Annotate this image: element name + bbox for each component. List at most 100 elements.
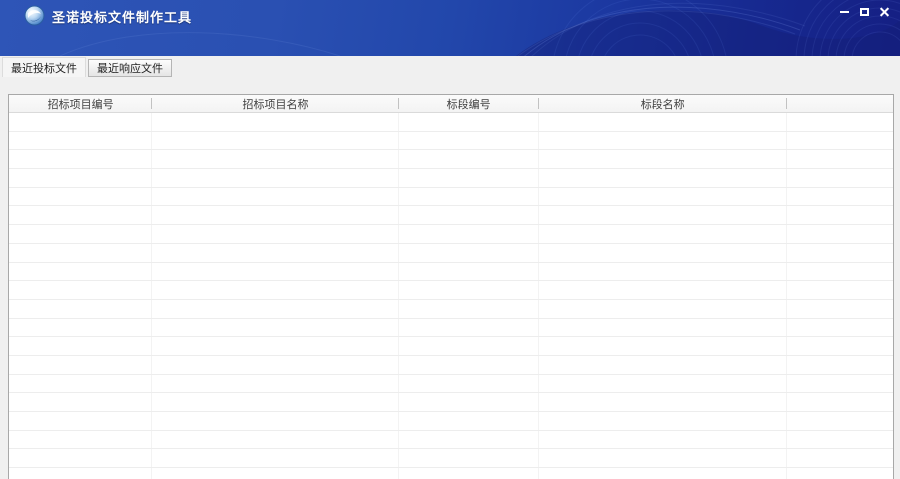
table-row[interactable] bbox=[9, 468, 893, 479]
table-cell bbox=[9, 169, 153, 187]
table-cell bbox=[9, 412, 153, 430]
table-row[interactable] bbox=[9, 243, 893, 263]
table-cell bbox=[539, 243, 787, 262]
table-cell bbox=[539, 412, 787, 430]
table-row[interactable] bbox=[9, 281, 893, 300]
table-cell bbox=[787, 393, 893, 411]
table-row[interactable] bbox=[9, 337, 893, 356]
table-cell bbox=[152, 281, 399, 299]
table-cell bbox=[787, 319, 893, 337]
table-cell bbox=[399, 150, 539, 169]
table-cell bbox=[399, 113, 539, 131]
table-row[interactable] bbox=[9, 374, 893, 394]
column-header-1[interactable]: 招标项目名称 bbox=[152, 95, 399, 112]
table-row[interactable] bbox=[9, 150, 893, 170]
table-cell bbox=[399, 412, 539, 430]
table-cell bbox=[539, 393, 787, 411]
table-cell bbox=[787, 449, 893, 467]
titlebar[interactable]: 圣诺投标文件制作工具 bbox=[0, 0, 900, 56]
table-row[interactable] bbox=[9, 299, 893, 319]
tab-recent-bid-files[interactable]: 最近投标文件 bbox=[2, 57, 86, 77]
table-cell bbox=[9, 449, 153, 468]
table-cell bbox=[399, 187, 539, 206]
table-cell bbox=[152, 206, 399, 225]
table-row[interactable] bbox=[9, 262, 893, 282]
table-row[interactable] bbox=[9, 355, 893, 375]
table-cell bbox=[9, 393, 153, 411]
table-cell bbox=[787, 225, 893, 243]
table-row[interactable] bbox=[9, 430, 893, 450]
table-cell bbox=[152, 150, 399, 169]
table-cell bbox=[539, 299, 787, 318]
table-cell bbox=[9, 225, 153, 243]
table-row[interactable] bbox=[9, 412, 893, 431]
table-row[interactable] bbox=[9, 225, 893, 244]
table-cell bbox=[787, 281, 893, 299]
table-cell bbox=[152, 187, 399, 206]
table-row[interactable] bbox=[9, 318, 893, 338]
table-cell bbox=[399, 449, 539, 468]
table-cell bbox=[152, 131, 399, 150]
table-cell bbox=[9, 355, 153, 374]
table-cell bbox=[539, 374, 787, 393]
table-row[interactable] bbox=[9, 169, 893, 188]
close-button[interactable] bbox=[874, 4, 894, 20]
table-cell bbox=[399, 393, 539, 411]
table-row[interactable] bbox=[9, 449, 893, 469]
table-cell bbox=[399, 318, 539, 337]
table-cell bbox=[539, 225, 787, 243]
table-row[interactable] bbox=[9, 187, 893, 207]
table-cell bbox=[9, 374, 153, 393]
tab-page: 招标项目编号 招标项目名称 标段编号 标段名称 bbox=[0, 77, 900, 479]
table-cell bbox=[539, 206, 787, 225]
table-row[interactable] bbox=[9, 113, 893, 132]
window-controls bbox=[834, 4, 894, 20]
table-cell bbox=[539, 281, 787, 299]
table-row[interactable] bbox=[9, 393, 893, 412]
table-cell bbox=[152, 412, 399, 430]
table-cell bbox=[9, 318, 153, 337]
table-cell bbox=[152, 430, 399, 449]
table-cell bbox=[787, 188, 893, 206]
column-header-2[interactable]: 标段编号 bbox=[399, 95, 539, 112]
table-cell bbox=[9, 281, 153, 299]
table-row[interactable] bbox=[9, 206, 893, 226]
window-title: 圣诺投标文件制作工具 bbox=[52, 10, 193, 25]
table-cell bbox=[9, 113, 153, 131]
column-header-3[interactable]: 标段名称 bbox=[539, 95, 787, 112]
table-cell bbox=[399, 355, 539, 374]
table-cell bbox=[539, 262, 787, 281]
table-cell bbox=[399, 206, 539, 225]
minimize-button[interactable] bbox=[834, 4, 854, 20]
table-cell bbox=[9, 430, 153, 449]
table-cell bbox=[539, 318, 787, 337]
tab-recent-response-files[interactable]: 最近响应文件 bbox=[88, 59, 172, 77]
table-cell bbox=[539, 131, 787, 150]
table-row[interactable] bbox=[9, 131, 893, 151]
maximize-button[interactable] bbox=[854, 4, 874, 20]
table-cell bbox=[152, 468, 399, 479]
app-window: 圣诺投标文件制作工具 最近投标文件 最近响应文件 招标项目编号 招标项目名称 标段编号… bbox=[0, 0, 900, 479]
table-cell bbox=[399, 374, 539, 393]
close-icon bbox=[879, 7, 890, 18]
table-cell bbox=[787, 356, 893, 374]
table-cell bbox=[399, 430, 539, 449]
table-cell bbox=[9, 468, 153, 479]
table-cell bbox=[787, 206, 893, 224]
table-cell bbox=[152, 113, 399, 131]
column-header-0[interactable]: 招标项目编号 bbox=[9, 95, 153, 112]
table-cell bbox=[399, 243, 539, 262]
grid-header: 招标项目编号 招标项目名称 标段编号 标段名称 bbox=[9, 95, 893, 113]
table-cell bbox=[9, 262, 153, 281]
table-cell bbox=[9, 150, 153, 169]
minimize-icon bbox=[839, 11, 849, 13]
table-cell bbox=[539, 113, 787, 131]
table-cell bbox=[539, 449, 787, 468]
table-cell bbox=[787, 300, 893, 318]
table-cell bbox=[9, 299, 153, 318]
table-cell bbox=[9, 243, 153, 262]
table-cell bbox=[539, 187, 787, 206]
table-cell bbox=[152, 337, 399, 355]
table-cell bbox=[152, 374, 399, 393]
column-header-4[interactable] bbox=[787, 95, 893, 112]
